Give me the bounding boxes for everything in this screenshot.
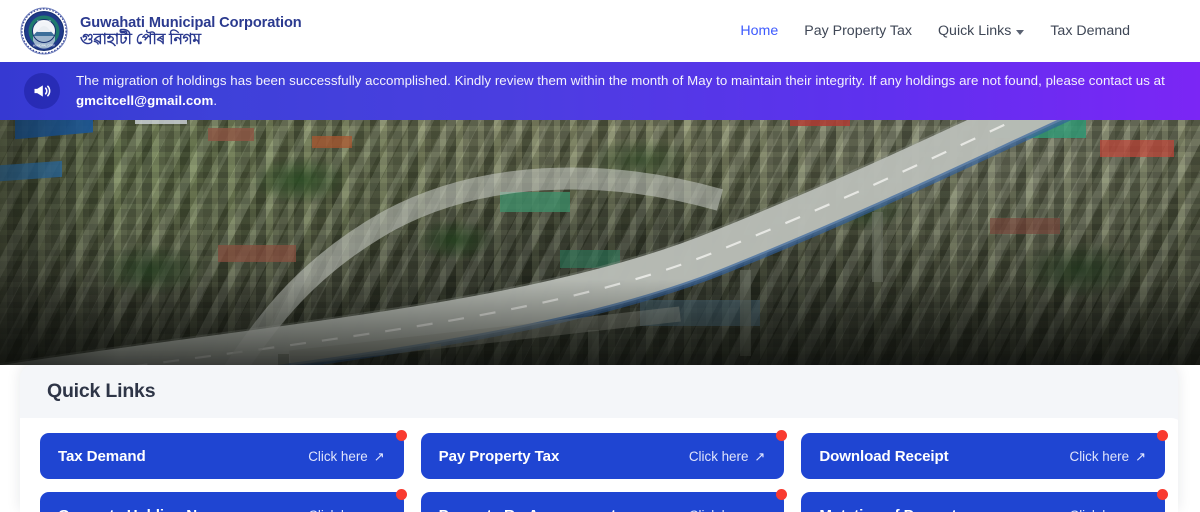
tile-cta[interactable]: Click here ↗ bbox=[689, 449, 765, 464]
tile-cta-label: Click here bbox=[689, 508, 749, 512]
chevron-down-icon bbox=[1016, 29, 1025, 35]
tile-cta[interactable]: Click here ↗ bbox=[689, 508, 765, 512]
status-badge bbox=[776, 489, 788, 500]
page-root: GUWAHATI MUNICIPAL CORP. Guwahati Munici… bbox=[0, 0, 1200, 512]
quick-links-grid: Tax Demand Click here ↗ Pay Property Tax… bbox=[40, 430, 1168, 512]
page-title: Quick Links bbox=[47, 380, 156, 402]
tile-cta[interactable]: Click here ↗ bbox=[1070, 449, 1146, 464]
arrow-up-right-icon: ↗ bbox=[1135, 509, 1146, 512]
brand[interactable]: GUWAHATI MUNICIPAL CORP. Guwahati Munici… bbox=[20, 7, 302, 55]
quick-link-tile-property-re-assessment[interactable]: Property Re-Assessment Click here ↗ bbox=[420, 489, 788, 512]
main-navigation: Home Pay Property Tax Quick Links Tax De… bbox=[740, 23, 1178, 39]
nav-item-quick-links-label: Quick Links bbox=[938, 23, 1012, 39]
quick-links-card: Quick Links Tax Demand Click here ↗ Pay … bbox=[20, 365, 1178, 512]
megaphone-icon bbox=[24, 73, 60, 109]
svg-text:MUNICIPAL CORP.: MUNICIPAL CORP. bbox=[33, 43, 56, 47]
announcement-text: The migration of holdings has been succe… bbox=[76, 71, 1166, 111]
hero-cityscape-image bbox=[0, 120, 1200, 365]
announcement-email[interactable]: gmcitcell@gmail.com bbox=[76, 93, 213, 108]
status-badge bbox=[395, 489, 407, 500]
brand-text: Guwahati Municipal Corporation গুৱাহাটী … bbox=[80, 14, 302, 49]
quick-link-tile-download-receipt[interactable]: Download Receipt Click here ↗ bbox=[801, 430, 1168, 479]
tile-label: Generate Holding No bbox=[58, 507, 206, 512]
tile-label: Tax Demand bbox=[58, 447, 146, 465]
status-badge bbox=[1156, 489, 1168, 500]
status-badge bbox=[1156, 430, 1168, 441]
site-header: GUWAHATI MUNICIPAL CORP. Guwahati Munici… bbox=[0, 0, 1200, 62]
nav-item-home[interactable]: Home bbox=[740, 23, 778, 39]
announcement-text-lead: The migration of holdings has been succe… bbox=[76, 73, 1165, 89]
quick-link-tile-mutation-of-property[interactable]: Mutation of Property Click here ↗ bbox=[801, 489, 1168, 512]
arrow-up-right-icon: ↗ bbox=[754, 509, 765, 512]
nav-item-pay-property-tax-label: Pay Property Tax bbox=[804, 23, 913, 39]
arrow-up-right-icon: ↗ bbox=[374, 509, 385, 512]
tile-label: Mutation of Property bbox=[819, 507, 965, 512]
tile-cta[interactable]: Click here ↗ bbox=[308, 508, 384, 512]
tile-cta-label: Click here bbox=[1070, 508, 1130, 512]
quick-links-panel: Tax Demand Click here ↗ Pay Property Tax… bbox=[20, 418, 1178, 512]
status-badge bbox=[776, 430, 788, 441]
tile-label: Download Receipt bbox=[819, 447, 949, 465]
svg-text:GUWAHATI: GUWAHATI bbox=[37, 19, 51, 23]
tile-cta-label: Click here bbox=[308, 508, 368, 512]
tile-label: Pay Property Tax bbox=[438, 447, 560, 465]
brand-name-assamese: গুৱাহাটী পৌৰ নিগম bbox=[80, 31, 201, 49]
tile-cta-label: Click here bbox=[688, 448, 749, 464]
tile-cta-label: Click here bbox=[308, 448, 368, 464]
announcement-banner: The migration of holdings has been succe… bbox=[0, 62, 1200, 120]
nav-item-quick-links[interactable]: Quick Links bbox=[938, 23, 1025, 39]
tile-cta[interactable]: Click here ↗ bbox=[308, 449, 384, 464]
status-badge bbox=[395, 430, 407, 441]
announcement-text-tail: . bbox=[213, 93, 218, 108]
tile-cta-label: Click here bbox=[1069, 448, 1130, 464]
nav-item-tax-demand-label: Tax Demand bbox=[1050, 23, 1130, 39]
hero-bottom-vignette bbox=[0, 279, 1200, 365]
arrow-up-right-icon: ↗ bbox=[1135, 448, 1146, 464]
brand-name-english: Guwahati Municipal Corporation bbox=[80, 14, 302, 31]
arrow-up-right-icon: ↗ bbox=[754, 448, 766, 464]
nav-item-tax-demand[interactable]: Tax Demand bbox=[1050, 23, 1130, 39]
tile-cta[interactable]: Click here ↗ bbox=[1070, 508, 1146, 512]
quick-link-tile-tax-demand[interactable]: Tax Demand Click here ↗ bbox=[40, 430, 407, 479]
tile-label: Property Re-Assessment bbox=[439, 507, 616, 512]
gmc-circular-emblem-logo-icon: GUWAHATI MUNICIPAL CORP. bbox=[20, 7, 68, 55]
nav-item-home-label: Home bbox=[740, 23, 779, 39]
nav-item-pay-property-tax[interactable]: Pay Property Tax bbox=[804, 23, 912, 39]
quick-link-tile-pay-property-tax[interactable]: Pay Property Tax Click here ↗ bbox=[420, 430, 788, 479]
quick-links-card-header: Quick Links bbox=[20, 365, 1178, 418]
quick-link-tile-generate-holding-no[interactable]: Generate Holding No Click here ↗ bbox=[40, 489, 407, 512]
arrow-up-right-icon: ↗ bbox=[373, 448, 385, 464]
